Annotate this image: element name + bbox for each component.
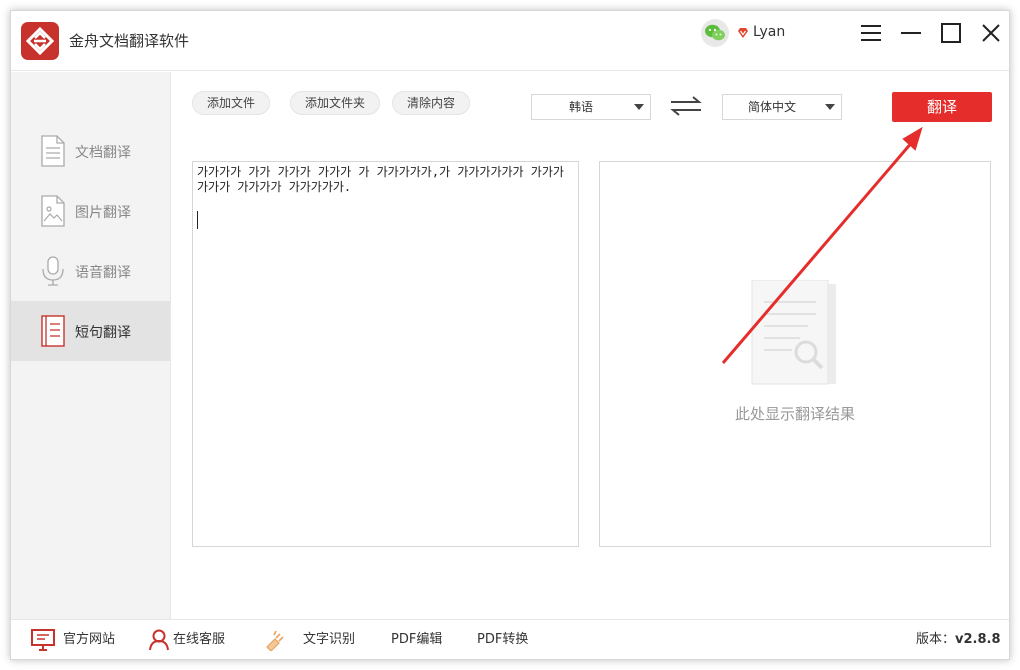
- footer-label: 官方网站: [63, 632, 116, 647]
- sidebar-item-label: 文档翻译: [75, 145, 131, 161]
- version-number: v2.8.8: [955, 632, 1001, 647]
- minimize-button[interactable]: [899, 21, 923, 45]
- pdf-convert-link[interactable]: PDF转换: [477, 620, 537, 660]
- source-text: 가가가가 가가 가가가 가가가 가 가가가가가,가 가가가가가가 가가가 가가가…: [197, 165, 564, 194]
- result-panel: 此处显示翻译结果: [599, 161, 991, 547]
- footer-label: PDF编辑: [391, 632, 443, 647]
- username[interactable]: Lyan: [753, 24, 785, 40]
- sidebar-item-label: 语音翻译: [75, 265, 131, 281]
- chevron-down-icon: [825, 104, 835, 110]
- clear-content-button[interactable]: 清除内容: [392, 91, 471, 115]
- sidebar-item-label: 图片翻译: [75, 205, 131, 221]
- online-support-link[interactable]: 在线客服: [149, 620, 239, 660]
- version-info: 版本：v2.8.8: [916, 620, 1001, 660]
- source-language-select[interactable]: 韩语: [531, 94, 651, 120]
- add-file-button[interactable]: 添加文件: [192, 91, 271, 115]
- footer-label: 文字识别: [303, 632, 356, 647]
- sidebar-item-sentence-translate[interactable]: 短句翻译: [11, 301, 170, 361]
- footer-label: 在线客服: [173, 632, 226, 647]
- wechat-icon[interactable]: [701, 19, 729, 47]
- sidebar-item-image-translate[interactable]: 图片翻译: [11, 181, 170, 241]
- swap-languages-icon[interactable]: [669, 95, 703, 121]
- user-icon: [149, 629, 169, 651]
- empty-document-icon: [748, 279, 840, 394]
- chevron-down-icon: [634, 104, 644, 110]
- source-text-input[interactable]: 가가가가 가가 가가가 가가가 가 가가가가가,가 가가가가가가 가가가 가가가…: [192, 161, 579, 547]
- sidebar-item-label: 短句翻译: [75, 325, 131, 341]
- official-website-link[interactable]: 官方网站: [31, 620, 131, 660]
- title-bar: 金舟文档翻译软件 Lyan: [11, 11, 1009, 71]
- sidebar: 文档翻译 图片翻译 语音翻译 短句翻译: [11, 72, 171, 619]
- document-icon: [39, 135, 67, 167]
- app-logo: [21, 22, 59, 60]
- scan-icon: [266, 630, 284, 651]
- translate-button[interactable]: 翻译: [892, 92, 992, 122]
- maximize-button[interactable]: [939, 21, 963, 45]
- main-panel: 添加文件 添加文件夹 清除内容 韩语 简体中文 翻译 가가가가 가가 가가가 가…: [172, 72, 1009, 619]
- microphone-icon: [39, 255, 67, 287]
- app-title: 金舟文档翻译软件: [69, 32, 190, 50]
- monitor-icon: [31, 629, 55, 651]
- sidebar-item-voice-translate[interactable]: 语音翻译: [11, 241, 170, 301]
- app-window: 金舟文档翻译软件 Lyan 文档翻译 图片翻译 语音翻译 短句翻译 添加文件 添…: [10, 10, 1010, 660]
- footer-label: PDF转换: [477, 632, 529, 647]
- add-folder-button[interactable]: 添加文件夹: [290, 91, 381, 115]
- source-language-value: 韩语: [568, 100, 593, 114]
- sentence-icon: [39, 315, 67, 347]
- target-language-value: 简体中文: [747, 100, 796, 114]
- vip-icon: [736, 25, 750, 44]
- sidebar-item-document-translate[interactable]: 文档翻译: [11, 121, 170, 181]
- menu-button[interactable]: [859, 21, 883, 45]
- close-button[interactable]: [979, 21, 1003, 45]
- result-placeholder: 此处显示翻译结果: [734, 405, 855, 423]
- text-cursor: [197, 211, 198, 229]
- footer: 官方网站 在线客服 文字识别 PDF编辑 PDF转换 版本：v2.8.8: [11, 619, 1009, 659]
- version-label: 版本：: [916, 632, 956, 647]
- ocr-link[interactable]: 文字识别: [263, 620, 363, 660]
- image-icon: [39, 195, 67, 227]
- pdf-edit-link[interactable]: PDF编辑: [391, 620, 451, 660]
- target-language-select[interactable]: 简体中文: [722, 94, 842, 120]
